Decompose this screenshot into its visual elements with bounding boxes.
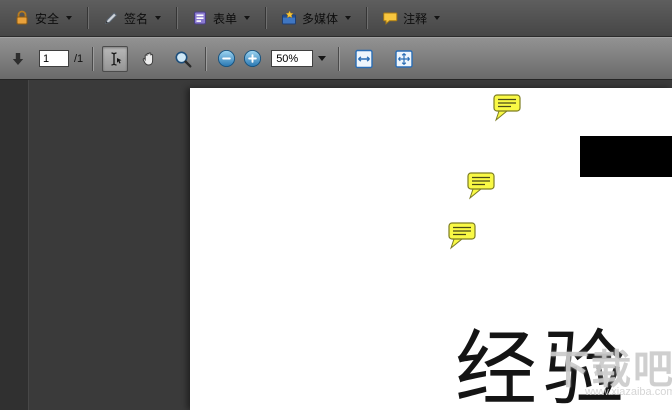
main-toolbar: 安全 签名 表单 多媒体 注释 <box>0 0 672 37</box>
security-button-label: 安全 <box>35 11 60 26</box>
zoom-out-icon <box>217 49 235 68</box>
toolbar-separator <box>205 46 207 71</box>
comments-button[interactable]: 注释 <box>374 6 448 31</box>
marquee-zoom-tool-button[interactable] <box>170 46 196 72</box>
comment-icon <box>382 10 398 26</box>
zoom-in-button[interactable] <box>241 46 263 72</box>
chevron-down-icon <box>66 16 73 20</box>
form-icon <box>192 10 208 26</box>
comment-annotation-icon[interactable] <box>466 171 497 200</box>
chevron-down-icon <box>155 16 162 20</box>
fit-width-button[interactable] <box>351 46 377 72</box>
fit-width-icon <box>355 49 373 68</box>
toolbar-separator <box>87 7 89 29</box>
text-select-icon <box>111 51 122 66</box>
signature-button[interactable]: 签名 <box>95 6 169 31</box>
comments-button-label: 注释 <box>403 11 428 26</box>
lock-icon <box>14 10 30 26</box>
zoom-dropdown-arrow-icon[interactable] <box>318 56 327 61</box>
select-text-tool-button[interactable] <box>102 45 129 72</box>
hand-tool-button[interactable] <box>136 46 162 72</box>
toolbar-separator <box>176 7 178 29</box>
navigation-pane-strip[interactable] <box>0 80 29 410</box>
comment-annotation-icon[interactable] <box>492 93 523 122</box>
signature-button-label: 签名 <box>124 11 149 26</box>
toolbar-separator <box>92 46 94 71</box>
multimedia-button[interactable]: 多媒体 <box>273 6 359 31</box>
fit-page-button[interactable] <box>391 46 417 72</box>
zoom-out-button[interactable] <box>215 46 237 72</box>
magnifier-icon <box>175 51 192 67</box>
page-number-input[interactable] <box>39 50 69 67</box>
multimedia-button-label: 多媒体 <box>302 11 339 26</box>
arrow-down-icon <box>12 52 24 65</box>
chevron-down-icon <box>244 16 251 20</box>
toolbar-separator <box>265 7 267 29</box>
zoom-in-icon <box>243 49 261 68</box>
chevron-down-icon <box>345 16 352 20</box>
toolbar-separator <box>366 7 368 29</box>
black-redaction-box <box>580 136 672 177</box>
forms-button[interactable]: 表单 <box>184 6 258 31</box>
document-area: 经验 下载吧 www.xiazaiba.com <box>0 80 672 410</box>
security-button[interactable]: 安全 <box>6 6 80 31</box>
hand-icon <box>142 51 154 66</box>
pen-icon <box>103 10 119 26</box>
watermark-site-url: www.xiazaiba.com <box>585 386 672 398</box>
fit-page-icon <box>395 49 413 68</box>
next-page-button[interactable] <box>5 46 31 72</box>
zoom-level-field[interactable]: 50% <box>271 50 314 67</box>
multimedia-icon <box>281 10 297 26</box>
zoom-level-value: 50% <box>276 52 299 65</box>
chevron-down-icon <box>434 16 441 20</box>
comment-annotation-icon[interactable] <box>447 221 478 250</box>
page-count-label: /1 <box>74 52 84 65</box>
toolbar-separator <box>338 46 340 71</box>
forms-button-label: 表单 <box>213 11 238 26</box>
navigation-toolbar: /1 50% <box>0 37 672 80</box>
